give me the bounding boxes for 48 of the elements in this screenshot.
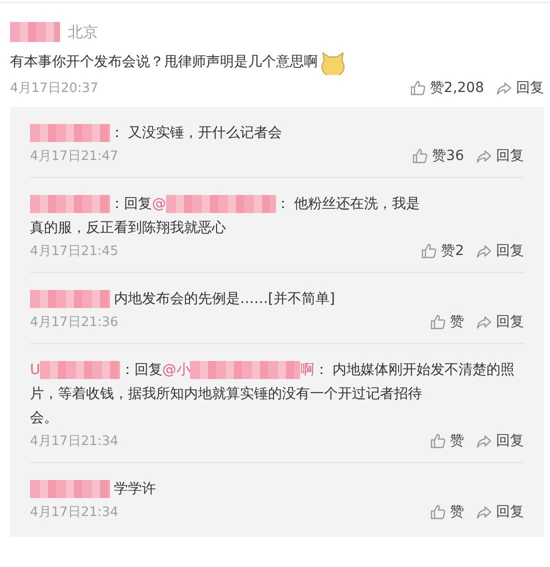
timestamp: 4月17日21:47: [30, 148, 118, 165]
reply-label: ：: [314, 361, 328, 380]
reply-button[interactable]: 回复: [476, 503, 524, 521]
reply-button[interactable]: 回复: [476, 242, 524, 260]
share-arrow-icon: [476, 504, 492, 520]
share-arrow-icon: [476, 148, 492, 164]
comment-text: 有本事你开个发布会说？甩律师声明是几个意思啊: [10, 53, 318, 72]
thumbs-up-icon: [421, 243, 438, 259]
reply-label: ：: [110, 124, 124, 143]
comment-text: 内地媒体刚开始发不清楚的照: [332, 361, 514, 380]
thumbs-up-icon: [430, 314, 446, 330]
reply-label: ：: [276, 195, 290, 214]
timestamp: 4月17日21:36: [30, 314, 118, 331]
timestamp: 4月17日21:34: [30, 433, 118, 450]
comment-text: 片，等着收钱，据我所知内地就算实锤的没有一个开过记者招待: [30, 385, 423, 404]
reply-label: ：: [120, 361, 134, 380]
reply-button[interactable]: 回复: [476, 313, 524, 331]
reply-label: 回复: [134, 361, 162, 380]
thumbs-up-icon: [410, 80, 426, 96]
comment-text: 学学许: [114, 480, 156, 499]
like-button[interactable]: 赞2: [421, 242, 464, 260]
like-button[interactable]: 赞36: [412, 147, 464, 165]
like-button[interactable]: 赞: [430, 432, 464, 450]
reply-button[interactable]: 回复: [476, 147, 524, 165]
like-button[interactable]: 赞: [430, 313, 464, 331]
timestamp: 4月17日21:34: [30, 504, 118, 521]
reply-label: 回复: [124, 195, 152, 214]
comment-text: 会。: [30, 409, 59, 428]
share-arrow-icon: [496, 80, 512, 96]
share-arrow-icon: [476, 243, 492, 259]
location-label: 北京: [68, 22, 98, 42]
comment-text: 又没实锤，开什么记者会: [128, 124, 282, 143]
reply-button[interactable]: 回复: [476, 432, 524, 450]
timestamp: 4月17日20:37: [10, 80, 98, 97]
comment-text: 内地发布会的先例是……[并不简单]: [114, 290, 335, 309]
blurred-name: [10, 22, 60, 42]
thumbs-up-icon: [430, 504, 446, 520]
like-button[interactable]: 赞: [430, 503, 464, 521]
reply-label: ：: [110, 195, 124, 214]
like-button[interactable]: 赞2,208: [410, 79, 484, 97]
thumbs-up-icon: [430, 433, 446, 449]
comment-text: 他粉丝还在洗，我是: [294, 195, 420, 214]
thumbs-up-icon: [412, 148, 428, 164]
comment-text: 真的服，反正看到陈翔我就恶心: [30, 219, 227, 238]
reply-button[interactable]: 回复: [496, 79, 544, 97]
timestamp: 4月17日21:45: [30, 243, 118, 260]
share-arrow-icon: [476, 314, 492, 330]
share-arrow-icon: [476, 433, 492, 449]
